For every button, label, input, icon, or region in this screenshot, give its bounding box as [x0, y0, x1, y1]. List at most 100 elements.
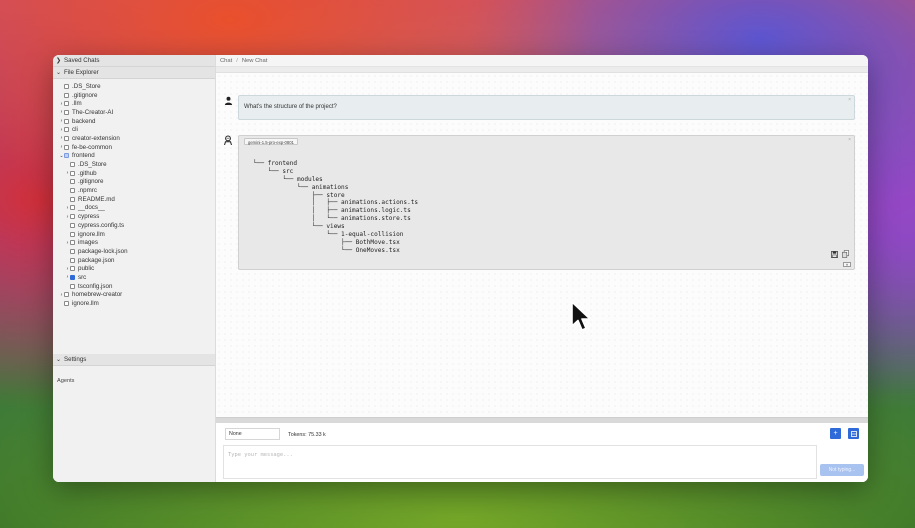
tree-checkbox[interactable] [64, 118, 69, 124]
tree-checkbox[interactable] [70, 188, 75, 194]
breadcrumb-separator: / [236, 57, 238, 64]
tree-item[interactable]: › cli [53, 125, 215, 134]
tree-checkbox[interactable] [64, 153, 69, 159]
tree-checkbox[interactable] [70, 266, 75, 272]
tree-item[interactable]: ignore.llm [53, 299, 215, 308]
user-icon [224, 96, 233, 105]
tree-checkbox[interactable] [70, 257, 75, 263]
tree-item-label: .gitignore [72, 91, 98, 99]
tree-item-label: fe-be-common [72, 143, 112, 151]
breadcrumb-current: New Chat [241, 57, 268, 64]
breadcrumb: Chat / New Chat [216, 55, 868, 67]
user-message-text: What's the structure of the project? [244, 104, 337, 110]
tree-checkbox[interactable] [70, 179, 75, 185]
copy-icon[interactable] [842, 250, 849, 258]
tree-checkbox[interactable] [70, 214, 75, 220]
tree-checkbox[interactable] [64, 109, 69, 115]
breadcrumb-root[interactable]: Chat [220, 58, 232, 64]
close-icon[interactable]: × [848, 97, 851, 103]
send-button[interactable]: Not typing... [820, 464, 864, 476]
saved-chats-label: Saved Chats [64, 57, 100, 64]
attach-button[interactable] [848, 428, 859, 439]
tree-item-label: tsconfig.json [78, 282, 113, 290]
tree-item-label: .DS_Store [78, 161, 107, 169]
tree-item[interactable]: › cypress [53, 212, 215, 221]
tree-item[interactable]: ignore.llm [53, 230, 215, 239]
tree-item[interactable]: .gitignore [53, 178, 215, 187]
tree-item[interactable]: › .github [53, 169, 215, 178]
tree-checkbox[interactable] [70, 231, 75, 237]
tree-item-label: images [78, 239, 98, 247]
tree-item[interactable]: › .llm [53, 99, 215, 108]
save-icon[interactable] [831, 251, 838, 259]
chat-area: What's the structure of the project? × g… [216, 73, 868, 422]
chevron-right-icon: ❯ [56, 58, 62, 64]
code-line: │ └── animations.store.ts [253, 215, 411, 223]
tree-item-label: src [78, 273, 87, 281]
code-line: └── frontend [253, 160, 298, 167]
tree-item[interactable]: › The-Creator-AI [53, 108, 215, 117]
tree-checkbox[interactable] [70, 162, 75, 168]
chevron-up-icon: ˄ [845, 262, 849, 267]
tree-item[interactable]: .gitignore [53, 91, 215, 100]
tree-checkbox[interactable] [64, 135, 69, 141]
tree-item[interactable]: .DS_Store [53, 160, 215, 169]
tree-checkbox[interactable] [70, 196, 75, 202]
tree-item[interactable]: › src [53, 273, 215, 282]
tree-checkbox[interactable] [64, 101, 69, 107]
tree-checkbox[interactable] [64, 144, 69, 150]
code-line: ├── BothMove.tsx [253, 238, 400, 246]
sidebar: ❯ Saved Chats ⌄ File Explorer .DS_Store.… [53, 55, 216, 482]
mouse-cursor-icon [571, 301, 593, 338]
tree-item[interactable]: › fe-be-common [53, 143, 215, 152]
model-select[interactable]: None [225, 428, 280, 440]
user-message: What's the structure of the project? × [238, 95, 855, 120]
tree-checkbox[interactable] [70, 222, 75, 228]
tree-item-label: package.json [78, 256, 115, 264]
code-block: └── frontend └── src └── modules └── ani… [253, 160, 418, 255]
tree-item[interactable]: › creator-extension [53, 134, 215, 143]
tree-checkbox[interactable] [64, 301, 69, 307]
tree-checkbox[interactable] [64, 127, 69, 133]
tree-checkbox[interactable] [70, 170, 75, 176]
tree-item-label: .npmrc [78, 187, 97, 195]
tree-item[interactable]: ⌄ frontend [53, 152, 215, 161]
tree-checkbox[interactable] [64, 292, 69, 298]
tree-item[interactable]: .npmrc [53, 186, 215, 195]
saved-chats-header[interactable]: ❯ Saved Chats [53, 55, 215, 67]
tree-item[interactable]: package-lock.json [53, 247, 215, 256]
tree-item[interactable]: › homebrew-creator [53, 291, 215, 300]
tree-checkbox[interactable] [70, 240, 75, 246]
tree-item-label: cli [72, 126, 78, 134]
tree-checkbox[interactable] [70, 248, 75, 254]
tree-item[interactable]: › backend [53, 117, 215, 126]
tree-item[interactable]: › public [53, 264, 215, 273]
tree-item[interactable]: .DS_Store [53, 82, 215, 91]
tree-item[interactable]: cypress.config.ts [53, 221, 215, 230]
tree-item-label: public [78, 265, 95, 273]
settings-header[interactable]: ⌄ Settings [53, 354, 215, 366]
message-input[interactable] [223, 445, 817, 479]
close-icon[interactable]: × [848, 137, 851, 143]
token-count: Tokens: 75.33 k [288, 432, 326, 438]
tree-item[interactable]: › __docs__ [53, 204, 215, 213]
tree-checkbox[interactable] [64, 83, 69, 89]
tree-item[interactable]: package.json [53, 256, 215, 265]
tree-item-label: cypress [78, 213, 100, 221]
tree-item[interactable]: tsconfig.json [53, 282, 215, 291]
tree-checkbox[interactable] [70, 274, 75, 280]
collapse-button[interactable]: ˄ [843, 262, 851, 267]
model-tag: gemini-1.5-pro-exp-0801 [244, 138, 298, 145]
add-button[interactable]: + [830, 428, 841, 439]
tree-checkbox[interactable] [70, 205, 75, 211]
tree-item-label: README.md [78, 195, 115, 203]
tree-item[interactable]: README.md [53, 195, 215, 204]
tree-checkbox[interactable] [70, 283, 75, 289]
file-explorer-header[interactable]: ⌄ File Explorer [53, 67, 215, 79]
code-line: └── OneMoves.tsx [253, 246, 400, 254]
tree-checkbox[interactable] [64, 92, 69, 98]
tree-item-label: .gitignore [78, 178, 104, 186]
tree-item-label: homebrew-creator [72, 291, 123, 299]
chevron-down-icon: ⌄ [56, 70, 62, 76]
tree-item[interactable]: › images [53, 238, 215, 247]
